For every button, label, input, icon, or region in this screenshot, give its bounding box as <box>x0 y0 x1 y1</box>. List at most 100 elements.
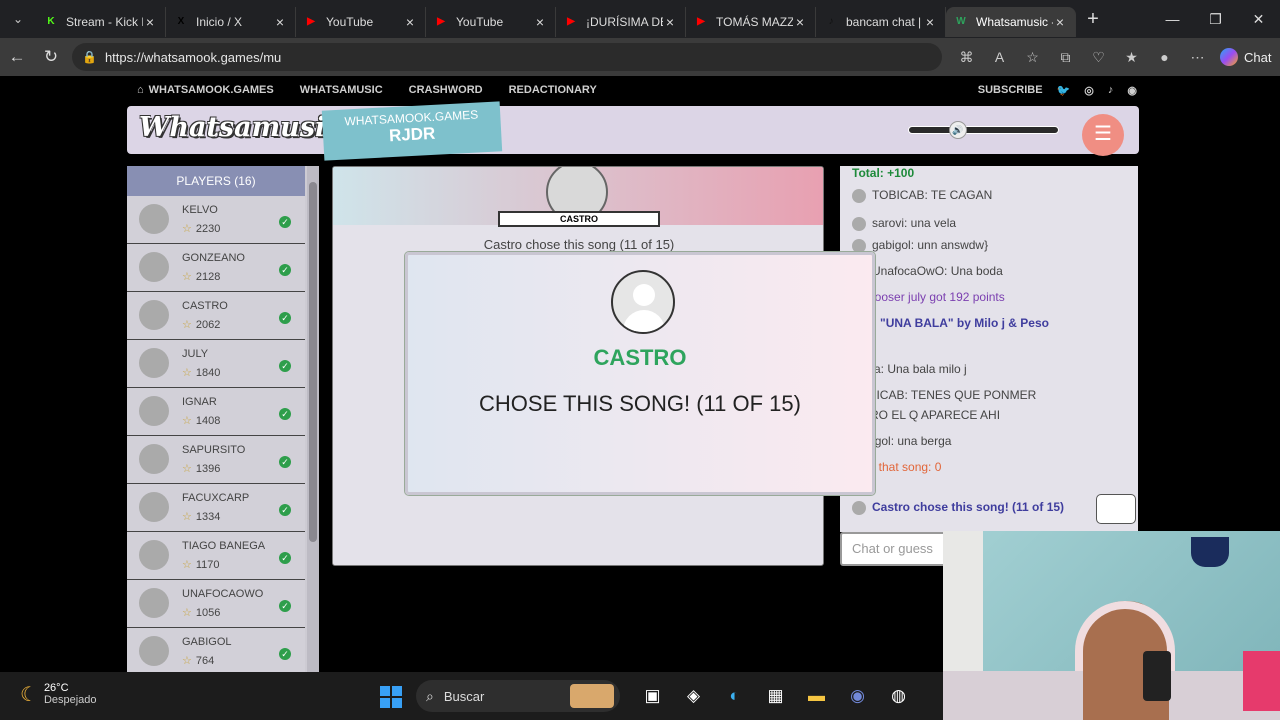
address-bar-row: ← ↻ 🔒 https://whatsamook.games/mu ⌘ A ☆ … <box>0 38 1280 76</box>
copilot-chat-button[interactable]: Chat <box>1220 48 1271 66</box>
taskbar-search[interactable]: ⌕ Buscar <box>416 680 620 712</box>
site-logo[interactable]: Whatsamusic <box>139 112 342 143</box>
tab-title: bancam chat | <box>846 15 922 29</box>
tiktok-icon[interactable]: ♪ <box>1108 84 1114 97</box>
discord-app-icon[interactable]: ◉ <box>837 684 878 708</box>
browser-tab[interactable]: ♪ bancam chat | × <box>816 7 946 37</box>
weather-widget[interactable]: ☾ 26°C Despejado <box>20 682 97 707</box>
nav-whatsamook[interactable]: WHATSAMOOK.GAMES <box>149 84 274 100</box>
volume-icon[interactable]: 🔊 <box>949 121 967 139</box>
chat-message: Total: +100 <box>852 166 915 180</box>
discord-icon[interactable]: ◉ <box>1127 84 1137 97</box>
nav-whatsamusic[interactable]: WHATSAMUSIC <box>300 84 383 100</box>
players-header: PLAYERS (16) <box>127 166 305 196</box>
player-avatar <box>139 492 169 522</box>
copilot-icon <box>1220 48 1238 66</box>
check-icon: ✓ <box>279 648 291 660</box>
tab-close-icon[interactable]: × <box>533 14 547 30</box>
game-header: Whatsamusic WHATSAMOOK.GAMES RJDR 🔊 ☰ <box>127 101 1139 161</box>
player-avatar <box>139 396 169 426</box>
star-icon: ☆ <box>182 463 192 475</box>
extensions-icon[interactable]: ⧉ <box>1049 49 1082 66</box>
edge-icon[interactable]: ◐ <box>714 684 755 708</box>
file-explorer-icon[interactable]: ▬ <box>796 684 837 708</box>
tab-favicon-icon: K <box>47 16 55 27</box>
star-icon: ☆ <box>182 271 192 283</box>
minimize-button[interactable]: — <box>1151 0 1194 38</box>
menu-button[interactable]: ☰ <box>1082 114 1124 156</box>
tab-title: Inicio / X <box>196 15 243 29</box>
check-icon: ✓ <box>279 408 291 420</box>
tab-close-icon[interactable]: × <box>143 14 157 30</box>
star-icon: ☆ <box>182 655 192 667</box>
player-points: ☆ 2128 <box>182 271 221 283</box>
chat-input[interactable]: Chat or guess <box>840 532 960 566</box>
nav-redactionary[interactable]: REDACTIONARY <box>509 84 597 100</box>
browser-tab[interactable]: W Whatsamusic - × <box>946 7 1076 37</box>
tab-close-icon[interactable]: × <box>663 14 677 30</box>
tab-actions-menu[interactable]: ⌄ <box>0 0 36 38</box>
windows-start-icon[interactable] <box>380 686 402 708</box>
close-window-button[interactable]: ✕ <box>1237 0 1280 38</box>
tab-favicon-icon: ▶ <box>307 16 315 27</box>
browser-essentials-icon[interactable]: ♡ <box>1082 49 1115 66</box>
new-tab-button[interactable]: + <box>1076 8 1110 31</box>
task-view-icon[interactable]: ▣ <box>632 684 673 708</box>
player-avatar <box>139 588 169 618</box>
read-aloud-icon[interactable]: A <box>983 49 1016 66</box>
browser-tab[interactable]: X Inicio / X × <box>166 7 296 37</box>
twitter-icon[interactable]: 🐦 <box>1057 84 1071 97</box>
player-avatar <box>139 636 169 666</box>
browser-tab[interactable]: ▶ YouTube × <box>296 7 426 37</box>
tab-favicon-icon: ♪ <box>828 16 834 27</box>
check-icon: ✓ <box>279 360 291 372</box>
players-scrollbar[interactable] <box>307 166 319 672</box>
browser-tab[interactable]: ▶ TOMÁS MAZZA× <box>686 7 816 37</box>
player-row: IGNAR ☆ 1408 ✓ <box>127 388 305 436</box>
url-field[interactable]: 🔒 https://whatsamook.games/mu <box>72 43 942 71</box>
profile-avatar-icon[interactable]: ● <box>1148 49 1181 66</box>
player-name: CASTRO <box>182 300 228 312</box>
player-points: ☆ 2230 <box>182 223 221 235</box>
star-icon: ☆ <box>182 223 192 235</box>
copilot-app-icon[interactable]: ◈ <box>673 684 714 708</box>
player-name: TIAGO BANEGA <box>182 540 266 552</box>
back-button[interactable]: ← <box>0 47 34 67</box>
browser-tab[interactable]: ▶ ¡DURÍSIMA DE × <box>556 7 686 37</box>
browser-tab[interactable]: K Stream - Kick D × <box>36 7 166 37</box>
tab-title: ¡DURÍSIMA DE <box>586 15 663 29</box>
tab-close-icon[interactable]: × <box>923 14 937 30</box>
url-text: https://whatsamook.games/mu <box>104 49 282 65</box>
player-row: GABIGOL ☆ 764 ✓ <box>127 628 305 672</box>
nav-crashword[interactable]: CRASHWORD <box>409 84 483 100</box>
lock-icon: 🔒 <box>82 50 97 64</box>
weather-condition: Despejado <box>43 694 97 706</box>
player-points: ☆ 1170 <box>182 559 220 571</box>
player-row: JULY ☆ 1840 ✓ <box>127 340 305 388</box>
instagram-icon[interactable]: ◎ <box>1084 84 1094 97</box>
translate-icon[interactable]: ⌘ <box>950 49 983 66</box>
tab-close-icon[interactable]: × <box>1053 14 1067 30</box>
tab-close-icon[interactable]: × <box>793 14 807 30</box>
favorite-star-icon[interactable]: ☆ <box>1016 49 1049 66</box>
tab-close-icon[interactable]: × <box>403 14 417 30</box>
tab-favicon-icon: ▶ <box>567 16 575 27</box>
chat-send-button[interactable] <box>1096 494 1136 524</box>
store-icon[interactable]: ▦ <box>755 684 796 708</box>
restore-button[interactable]: ❐ <box>1194 0 1237 38</box>
browser-tab[interactable]: ▶ YouTube × <box>426 7 556 37</box>
favorites-icon[interactable]: ★ <box>1115 49 1148 66</box>
check-icon: ✓ <box>279 216 291 228</box>
subscribe-link[interactable]: SUBSCRIBE <box>978 84 1043 97</box>
obs-icon[interactable]: ◍ <box>878 684 919 708</box>
tab-favicon-icon: ▶ <box>437 16 445 27</box>
search-highlight-icon <box>570 684 614 708</box>
player-row: KELVO ☆ 2230 ✓ <box>127 196 305 244</box>
player-points: ☆ 764 <box>182 655 215 667</box>
refresh-button[interactable]: ↻ <box>34 47 68 67</box>
check-icon: ✓ <box>279 552 291 564</box>
volume-slider[interactable]: 🔊 <box>908 121 1059 139</box>
player-points: ☆ 1840 <box>182 367 221 379</box>
tab-close-icon[interactable]: × <box>273 14 287 30</box>
more-options-icon[interactable]: ⋯ <box>1181 49 1214 66</box>
